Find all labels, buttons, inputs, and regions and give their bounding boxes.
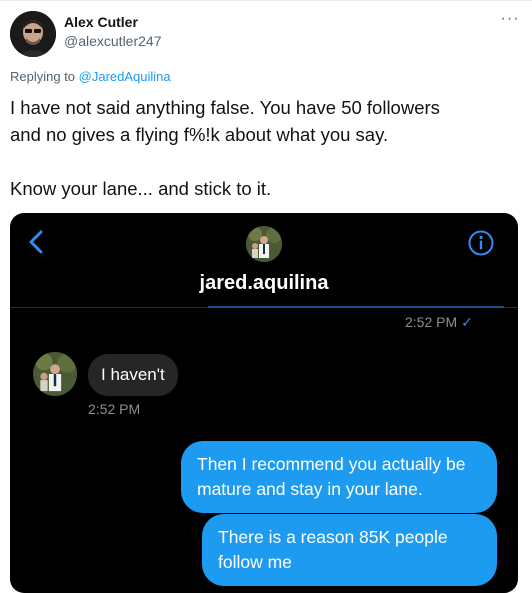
attached-screenshot[interactable]: jared.aquilina 2:52 PM ✓ I haven't 2:52 P…	[10, 213, 518, 593]
contact-name: jared.aquilina	[199, 272, 329, 294]
author-name[interactable]: Alex Cutler	[64, 14, 138, 30]
message-avatar	[33, 352, 77, 396]
message-avatar-image	[33, 352, 77, 396]
tweet-text: I have not said anything false. You have…	[10, 94, 520, 202]
tweet-text-line: and no gives a flying f%!k about what yo…	[10, 124, 389, 145]
previous-message-edge	[208, 306, 504, 308]
top-divider	[0, 0, 532, 1]
more-icon[interactable]: ···	[497, 10, 523, 28]
author-avatar-image	[10, 11, 56, 57]
outgoing-message-bubble: Then I recommend you actually be mature …	[181, 441, 497, 513]
author-handle[interactable]: @alexcutler247	[64, 33, 162, 49]
replying-to: Replying to @JaredAquilina	[10, 69, 171, 84]
check-icon: ✓	[461, 314, 473, 330]
replying-prefix: Replying to	[10, 69, 79, 84]
tweet-text-line: Know your lane... and stick to it.	[10, 178, 272, 199]
contact-avatar-image	[246, 226, 282, 262]
incoming-message-bubble: I haven't	[88, 354, 178, 396]
incoming-timestamp: 2:52 PM	[88, 401, 141, 417]
info-icon[interactable]	[468, 230, 494, 256]
sent-timestamp: 2:52 PM ✓	[405, 314, 473, 331]
contact-avatar	[246, 226, 282, 262]
tweet-text-line: I have not said anything false. You have…	[10, 97, 440, 118]
author-avatar[interactable]	[10, 11, 56, 57]
chevron-left-icon	[29, 230, 43, 254]
sent-time: 2:52 PM	[405, 314, 458, 330]
outgoing-message-bubble: There is a reason 85K people follow me	[202, 514, 497, 586]
replying-mention-link[interactable]: @JaredAquilina	[79, 69, 171, 84]
